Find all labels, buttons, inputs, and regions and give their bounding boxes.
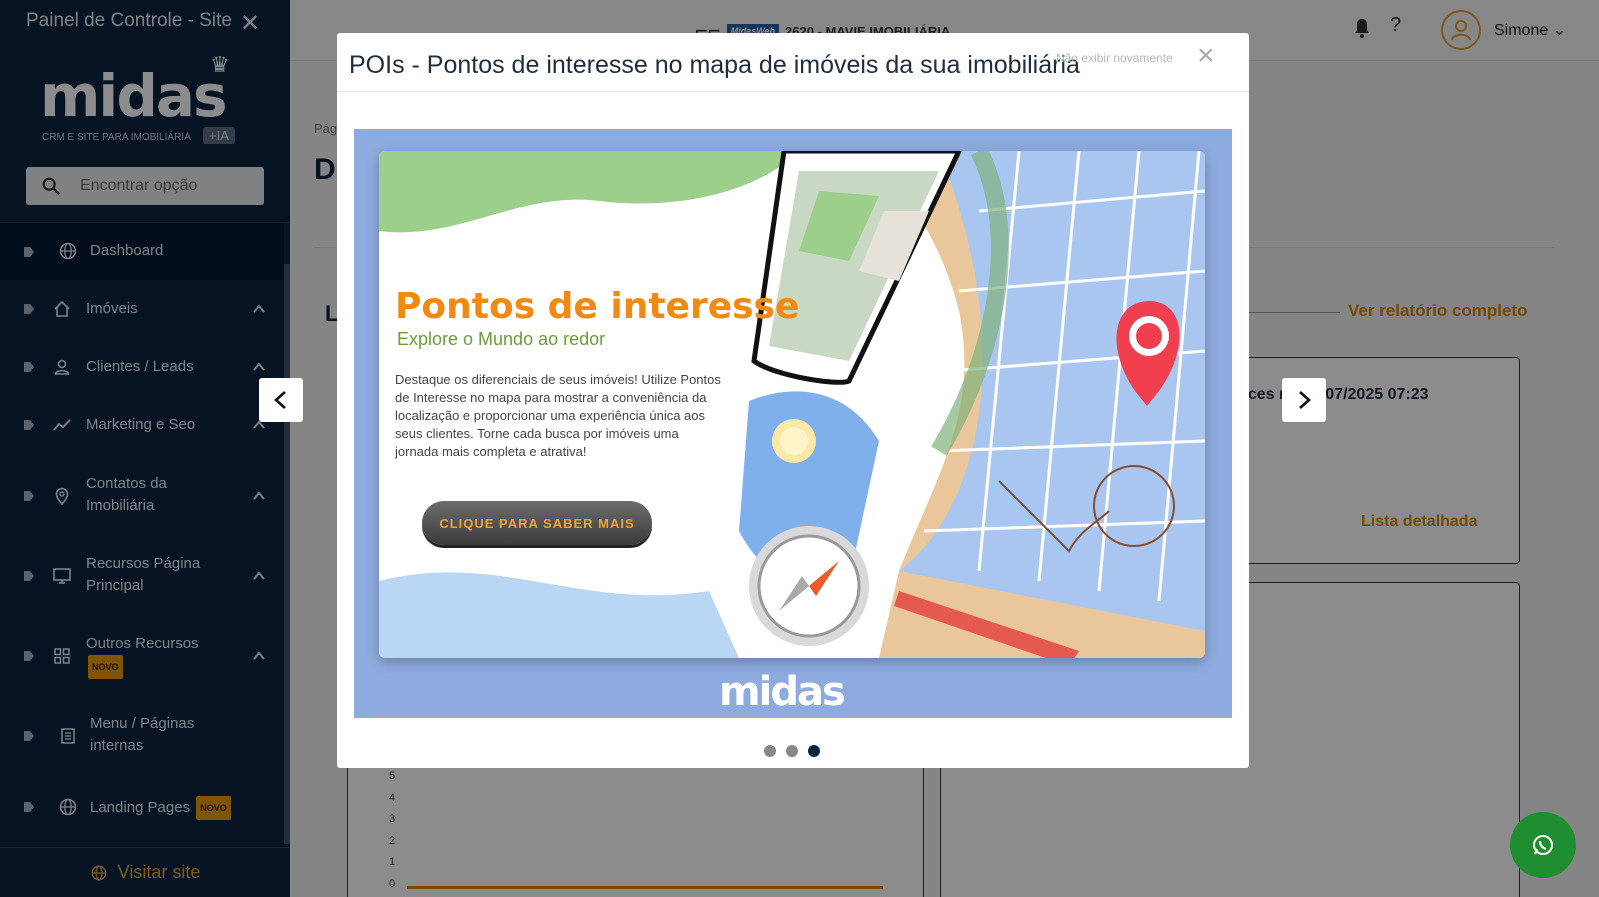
banner-subtitle: Explore o Mundo ao redor [397, 329, 606, 349]
announcement-modal: POIs - Pontos de interesse no mapa de im… [337, 33, 1249, 768]
banner-card: Pontos de interesse Explore o Mundo ao r… [379, 151, 1205, 658]
banner-text: Destaque os diferenciais de seus imóveis… [395, 372, 721, 459]
chevron-left-icon [274, 391, 286, 409]
carousel-dot[interactable] [786, 745, 798, 757]
carousel-dot-active[interactable] [808, 745, 820, 757]
carousel-next-button[interactable] [1282, 378, 1326, 422]
chevron-right-icon [1299, 391, 1311, 409]
modal-divider [337, 91, 1249, 92]
dont-show-again-link[interactable]: Não exibir novamente [1056, 51, 1173, 65]
whatsapp-icon [1533, 835, 1553, 855]
banner-logo: midas [719, 669, 846, 715]
carousel-slide[interactable]: Pontos de interesse Explore o Mundo ao r… [354, 129, 1232, 718]
banner-title: Pontos de interesse [395, 286, 800, 327]
carousel-indicators [764, 745, 820, 757]
carousel-dot[interactable] [764, 745, 776, 757]
whatsapp-button[interactable] [1510, 812, 1576, 878]
carousel-prev-button[interactable] [259, 378, 303, 422]
close-icon[interactable]: × [1197, 39, 1215, 73]
modal-title: POIs - Pontos de interesse no mapa de im… [349, 51, 1080, 79]
learn-more-button[interactable]: CLIQUE PARA SABER MAIS [422, 501, 652, 545]
